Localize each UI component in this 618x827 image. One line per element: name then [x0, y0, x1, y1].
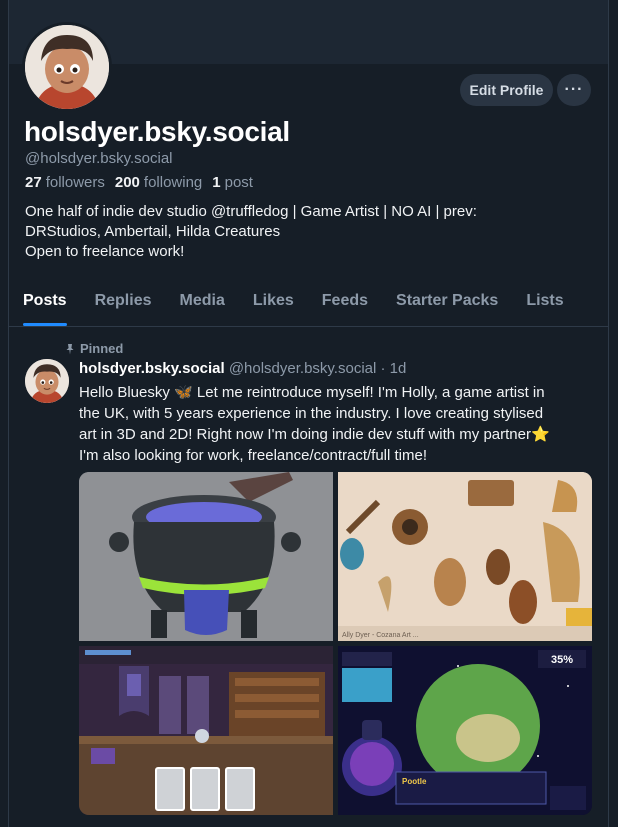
profile-display-name: holsdyer.bsky.social	[24, 116, 290, 147]
post-author-handle[interactable]: @holsdyer.bsky.social · 1d	[229, 360, 407, 377]
post-author-name[interactable]: holsdyer.bsky.social	[79, 360, 225, 377]
profile-tabs: Posts Replies Media Likes Feeds Starter …	[9, 282, 608, 327]
posts-count: 1 post	[212, 174, 253, 191]
tab-likes[interactable]: Likes	[239, 282, 308, 326]
tab-lists[interactable]: Lists	[512, 282, 577, 326]
bio-line: DRStudios, Ambertail, Hilda Creatures	[25, 223, 281, 240]
tab-starter-packs[interactable]: Starter Packs	[382, 282, 512, 326]
right-border	[608, 0, 609, 827]
followers-link[interactable]: 27 followers	[25, 174, 105, 191]
post-image-cauldron[interactable]	[79, 472, 333, 641]
bio-line: Open to freelance work!	[25, 243, 185, 260]
edit-profile-button[interactable]: Edit Profile	[460, 74, 553, 106]
post-image-library[interactable]	[79, 646, 333, 815]
post-author-avatar[interactable]	[25, 359, 69, 403]
post-text-line: Hello Bluesky 🦋 Let me reintroduce mysel…	[79, 384, 545, 401]
ellipsis-icon: ···	[564, 81, 584, 98]
library-artwork	[79, 646, 333, 815]
post-image-planet[interactable]: 35% Pootle	[338, 646, 592, 815]
profile-stats: 27 followers 200 following 1 post	[25, 174, 253, 191]
progress-badge: 35%	[551, 654, 573, 666]
instruments-artwork: Ally Dyer - Cozana Art ...	[338, 472, 592, 641]
avatar-illustration	[25, 359, 69, 403]
profile-bio: One half of indie dev studio @truffledog…	[25, 202, 585, 262]
post-text-line: the UK, with 5 years experience in the i…	[79, 405, 544, 422]
pin-icon	[66, 343, 74, 354]
pinned-label: Pinned	[80, 341, 124, 356]
bio-line: One half of indie dev studio @truffledog…	[25, 203, 477, 220]
profile-handle: @holsdyer.bsky.social	[25, 150, 173, 167]
cauldron-artwork	[79, 472, 333, 641]
profile-avatar[interactable]	[22, 22, 112, 112]
post-text: Hello Bluesky 🦋 Let me reintroduce mysel…	[79, 382, 591, 466]
tab-feeds[interactable]: Feeds	[308, 282, 382, 326]
dialog-name: Pootle	[402, 777, 427, 786]
more-options-button[interactable]: ···	[557, 74, 591, 106]
pinned-indicator: Pinned	[64, 341, 123, 356]
post-text-line: art in 3D and 2D! Right now I'm doing in…	[79, 426, 550, 443]
left-border	[8, 0, 9, 827]
planet-artwork: 35% Pootle	[338, 646, 592, 815]
tab-media[interactable]: Media	[166, 282, 239, 326]
post-header: holsdyer.bsky.social @holsdyer.bsky.soci…	[79, 360, 406, 377]
post-text-line: I'm also looking for work, freelance/con…	[79, 447, 428, 464]
following-link[interactable]: 200 following	[115, 174, 202, 191]
post-image-instruments[interactable]: Ally Dyer - Cozana Art ...	[338, 472, 592, 641]
tab-posts[interactable]: Posts	[9, 282, 81, 326]
image-caption: Ally Dyer - Cozana Art ...	[342, 632, 419, 639]
post-image-grid: Ally Dyer - Cozana Art ... 35% Pootle	[79, 472, 592, 815]
tab-replies[interactable]: Replies	[81, 282, 166, 326]
avatar-illustration	[25, 25, 109, 109]
